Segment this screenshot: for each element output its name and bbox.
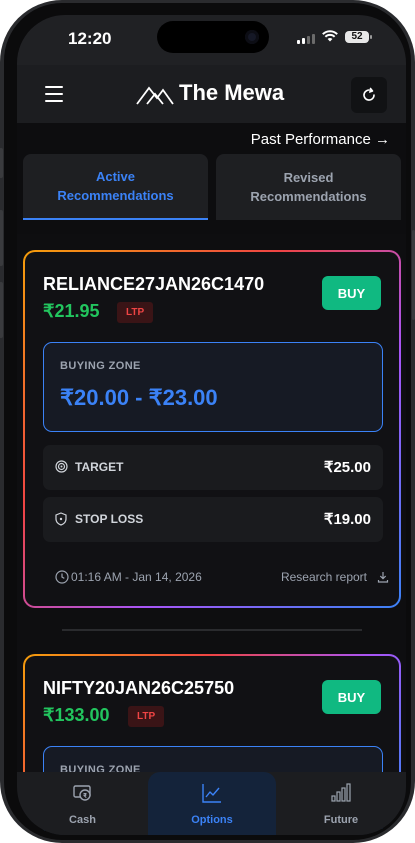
download-icon [377,572,389,583]
target-label: TARGET [75,460,124,474]
phone-frame: 12:20 52 The Mewa Past Performance → Act… [0,0,415,843]
research-report-label: Research report [280,570,367,584]
buying-zone-box: BUYING ZONE ₹20.00 - ₹23.00 [43,342,383,432]
tab-label-line1: Revised [283,170,334,185]
screen: 12:20 52 The Mewa Past Performance → Act… [17,15,406,835]
bottom-nav: Cash Options Future [17,772,406,835]
nav-future-label: Future [323,814,359,826]
buy-button[interactable]: BUY [322,276,381,310]
card-divider [62,629,362,631]
nav-cash[interactable]: Cash [17,772,148,835]
research-report-link[interactable]: Research report [281,570,389,584]
chart-line-icon [202,784,221,803]
status-bar: 12:20 52 [17,15,406,65]
refresh-icon [363,87,375,101]
menu-icon[interactable] [45,86,63,107]
tab-label-line2: Recommendations [250,189,367,204]
buying-zone-label: BUYING ZONE [60,360,141,372]
nav-cash-label: Cash [69,814,96,826]
stop-loss-row: STOP LOSS ₹19.00 [43,497,383,542]
battery-indicator: 52 [345,31,372,43]
signal-icon [297,34,315,44]
dynamic-island [157,21,269,53]
tab-label-line1: Active [95,169,136,184]
side-button-left-2 [0,210,3,266]
timestamp: 01:16 AM - Jan 14, 2026 [71,570,202,584]
recommendations-list[interactable]: RELIANCE27JAN26C1470 ₹21.95 LTP BUY BUYI… [17,234,406,835]
option-symbol: NIFTY20JAN26C25750 [43,678,235,698]
target-icon [55,460,68,473]
bar-chart-icon [331,783,351,802]
clock-icon [55,570,69,584]
buying-zone-value: ₹20.00 - ₹23.00 [60,385,218,410]
logo-icon [136,86,174,105]
refresh-button[interactable] [351,77,387,113]
tab-active-recommendations[interactable]: Active Recommendations [23,154,208,220]
ltp-badge: LTP [128,706,165,727]
side-button-left-3 [0,282,3,338]
wifi-icon [322,30,338,42]
ltp-badge: LTP [117,302,154,323]
camera-icon [245,30,259,44]
recommendation-card: RELIANCE27JAN26C1470 ₹21.95 LTP BUY BUYI… [23,250,401,608]
tab-revised-recommendations[interactable]: Revised Recommendations [216,154,401,220]
past-performance-link[interactable]: Past Performance → [251,131,390,148]
stop-loss-label: STOP LOSS [75,512,144,526]
option-symbol: RELIANCE27JAN26C1470 [43,274,265,294]
last-traded-price: ₹21.95 [43,301,100,321]
target-row: TARGET ₹25.00 [43,445,383,490]
nav-options[interactable]: Options [148,772,276,835]
shield-icon [55,512,67,526]
phone-bezel: 12:20 52 The Mewa Past Performance → Act… [4,3,411,840]
target-value: ₹25.00 [323,459,371,476]
stop-loss-value: ₹19.00 [323,511,371,528]
nav-future[interactable]: Future [276,772,406,835]
app-bar: The Mewa [17,65,406,123]
nav-options-label: Options [191,814,233,826]
tab-label-line2: Recommendations [57,188,174,203]
cash-icon [72,785,91,801]
last-traded-price: ₹133.00 [43,705,110,725]
app-title: The Mewa [179,80,285,105]
side-button-left-1 [0,148,3,178]
status-time: 12:20 [68,29,112,48]
buy-button[interactable]: BUY [322,680,381,714]
